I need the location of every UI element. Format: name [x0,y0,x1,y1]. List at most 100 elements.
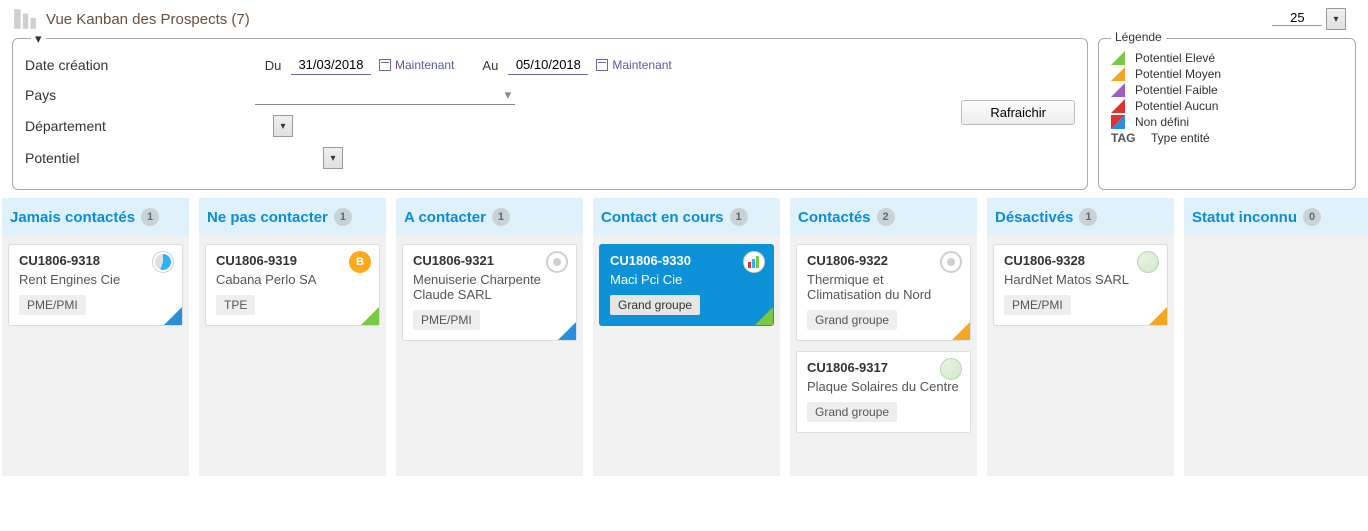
date-from-input[interactable] [291,55,371,75]
card-id: CU1806-9318 [19,253,172,268]
legend-swatch [1111,115,1125,129]
legend-title: Légende [1111,30,1166,44]
legend-label: Potentiel Aucun [1135,99,1218,113]
legend-swatch [1111,51,1125,65]
label-pays: Pays [25,87,255,103]
page-size-input[interactable] [1272,10,1322,26]
kanban-card[interactable]: CU1806-9321Menuiserie Charpente Claude S… [402,244,577,341]
shield-icon: B [349,251,371,273]
kanban-column: Ne pas contacter1 BCU1806-9319Cabana Perl… [199,198,386,476]
column-title: Statut inconnu [1192,209,1297,226]
country-input[interactable] [255,85,515,105]
potential-corner [164,307,182,325]
column-body[interactable]: CU1806-9318 Rent Engines Cie PME/PMI [2,236,189,476]
legend-swatch [1111,67,1125,81]
kanban-column: Contact en cours1CU1806-9330Maci Pci Cie… [593,198,780,476]
column-header[interactable]: Jamais contactés1 [2,198,189,236]
card-tag: PME/PMI [413,310,480,330]
kanban-card[interactable]: CU1806-9328HardNet Matos SARLPME/PMI [993,244,1168,326]
legend-swatch [1111,83,1125,97]
bar-chart-icon [743,251,765,273]
label-date-creation: Date création [25,57,255,73]
legend-item: Potentiel Moyen [1111,67,1343,81]
column-count: 2 [877,208,895,226]
column-count: 1 [1079,208,1097,226]
refresh-button[interactable]: Rafraichir [961,100,1075,125]
legend-tag-text: Type entité [1151,131,1210,145]
date-to-input[interactable] [508,55,588,75]
person-icon [940,251,962,273]
now-link-to[interactable]: Maintenant [612,58,671,72]
card-tag: Grand groupe [807,402,897,422]
departement-select[interactable]: ▾ [255,115,293,137]
column-title: Désactivés [995,209,1073,226]
kanban-card[interactable]: CU1806-9330Maci Pci CieGrand groupe [599,244,774,326]
potential-corner [755,307,773,325]
page-title: Vue Kanban des Prospects (7) [46,11,1272,28]
card-tag: Grand groupe [610,295,700,315]
column-body[interactable]: CU1806-9321Menuiserie Charpente Claude S… [396,236,583,476]
column-header[interactable]: Ne pas contacter1 [199,198,386,236]
card-id: CU1806-9317 [807,360,960,375]
chevron-down-icon[interactable]: ▾ [323,147,343,169]
column-title: Contactés [798,209,871,226]
card-tag: PME/PMI [1004,295,1071,315]
column-header[interactable]: Statut inconnu 0 [1184,198,1368,236]
column-body[interactable]: CU1806-9322 Thermique et Climatisation du… [790,236,977,476]
calendar-icon[interactable] [379,59,391,71]
legend-item: Non défini [1111,115,1343,129]
potentiel-select[interactable]: ▾ [305,147,343,169]
label-to: Au [472,58,508,73]
card-tag: TPE [216,295,255,315]
potential-corner [361,307,379,325]
potential-corner [558,322,576,340]
column-count: 1 [730,208,748,226]
chevron-down-icon[interactable]: ▾ [273,115,293,137]
column-count: 0 [1303,208,1321,226]
column-header[interactable]: Désactivés 1 [987,198,1174,236]
column-header[interactable]: A contacter1 [396,198,583,236]
kanban-card[interactable]: CU1806-9318 Rent Engines Cie PME/PMI [8,244,183,326]
legend-label: Potentiel Moyen [1135,67,1221,81]
legend-item: Potentiel Faible [1111,83,1343,97]
card-name: Maci Pci Cie [610,272,763,287]
kanban-card[interactable]: CU1806-9322 Thermique et Climatisation du… [796,244,971,341]
globe-icon [940,358,962,380]
card-name: Plaque Solaires du Centre [807,379,960,394]
card-name: Thermique et Climatisation du Nord [807,272,960,302]
column-body[interactable]: BCU1806-9319Cabana Perlo SATPE [199,236,386,476]
card-tag: Grand groupe [807,310,897,330]
potential-corner [952,322,970,340]
card-name: Rent Engines Cie [19,272,172,287]
legend-item: Potentiel Aucun [1111,99,1343,113]
legend-tag-label: TAG [1111,131,1141,145]
kanban-column: Contactés 2 CU1806-9322 Thermique et Climat… [790,198,977,476]
column-header[interactable]: Contact en cours 1 [593,198,780,236]
page-size-dropdown[interactable]: ▾ [1326,8,1346,30]
column-body[interactable] [1184,236,1368,476]
filter-icon: ▾ [31,31,46,47]
column-title: Ne pas contacter [207,209,328,226]
page-size-selector[interactable]: ▾ [1272,8,1346,30]
kanban-card[interactable]: BCU1806-9319Cabana Perlo SATPE [205,244,380,326]
calendar-icon[interactable] [596,59,608,71]
card-id: CU1806-9322 [807,253,960,268]
kanban-board: Jamais contactés1 CU1806-9318 Rent Engines… [0,198,1368,476]
column-title: Contact en cours [601,209,724,226]
kanban-column: A contacter1 CU1806-9321Menuiserie Charpe… [396,198,583,476]
card-name: HardNet Matos SARL [1004,272,1157,287]
kanban-card[interactable]: CU1806-9317 Plaque Solaires du Centre Gran… [796,351,971,433]
filter-panel: ▾ Date création Du Maintenant Au Mainten… [12,38,1088,190]
card-tag: PME/PMI [19,295,86,315]
column-header[interactable]: Contactés 2 [790,198,977,236]
column-count: 1 [492,208,510,226]
label-potentiel: Potentiel [25,150,255,166]
column-body[interactable]: CU1806-9330Maci Pci CieGrand groupe [593,236,780,476]
now-link-from[interactable]: Maintenant [395,58,454,72]
legend-panel: Légende Potentiel ElevéPotentiel MoyenPo… [1098,38,1356,190]
pie-chart-icon [152,251,174,273]
kanban-column: Statut inconnu 0 [1184,198,1368,476]
column-body[interactable]: CU1806-9328HardNet Matos SARLPME/PMI [987,236,1174,476]
legend-label: Non défini [1135,115,1189,129]
legend-item: Potentiel Elevé [1111,51,1343,65]
